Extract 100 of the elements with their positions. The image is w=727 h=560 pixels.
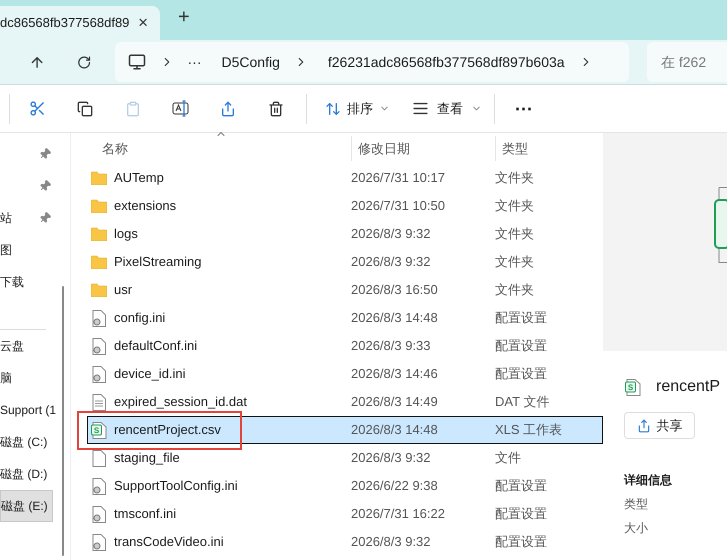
scrollbar-thumb[interactable] [62,286,64,556]
gear-document-icon [92,506,106,522]
file-row[interactable]: S rencentProject.csv 2026/8/3 14:48 XLS 工作表 [87,416,603,444]
modified-date: 2026/7/31 10:50 [351,197,446,216]
column-header[interactable]: 类型 [495,136,528,161]
file-name: AUTemp [114,169,165,188]
detail-label: 大小 [624,520,649,537]
gear-document-icon [92,366,106,382]
file-name: transCodeVideo.ini [114,533,225,552]
refresh-icon[interactable] [77,54,92,70]
file-type: 文件夹 [495,169,534,188]
browser-tab[interactable]: dc86568fb377568df89 × [0,6,160,40]
file-name: extensions [114,197,178,216]
nav-item[interactable]: 下载 [0,266,53,298]
nav-item[interactable]: 站 [0,202,53,234]
modified-date: 2026/8/3 9:32 [351,449,432,468]
column-header[interactable]: 名称 [102,138,351,158]
folder-icon [91,171,107,185]
modified-date: 2026/7/31 10:17 [351,169,446,188]
modified-date: 2026/8/3 16:50 [351,281,439,300]
sort-button[interactable]: 排序 [325,98,390,118]
cut-icon[interactable] [29,100,46,117]
nav-item[interactable]: Support (1 [0,394,58,426]
file-row[interactable]: config.ini 2026/8/3 14:48 配置设置 [88,304,603,332]
file-name: config.ini [114,309,166,328]
file-row[interactable]: PixelStreaming 2026/8/3 9:32 文件夹 [88,248,603,276]
file-type: 文件夹 [495,253,534,272]
detail-label: 类型 [624,496,649,513]
file-row[interactable]: transCodeVideo.ini 2026/8/3 9:32 配置设置 [88,528,603,556]
document-icon [92,394,106,410]
details-heading: 详细信息 [624,472,673,489]
nav-item[interactable]: 云盘 [0,330,53,362]
share-icon[interactable] [220,100,236,116]
copy-icon[interactable] [77,100,93,116]
nav-label: 磁盘 (E:) [1,498,48,515]
file-name: defaultConf.ini [114,337,198,356]
file-type: 配置设置 [495,365,547,384]
breadcrumb-ellipsis[interactable]: ··· [188,52,202,72]
blank-file-icon [92,450,106,466]
spreadsheet-icon: S [91,422,107,438]
file-row[interactable]: device_id.ini 2026/8/3 14:46 配置设置 [88,360,603,388]
gear-document-icon [92,338,106,354]
file-type: DAT 文件 [495,393,550,412]
file-name: usr [114,281,134,300]
file-name: tmsconf.ini [114,505,178,524]
gear-document-icon [92,478,106,494]
modified-date: 2026/8/3 14:48 [351,421,439,440]
nav-label: 磁盘 (D:) [0,466,48,483]
modified-date: 2026/8/3 9:33 [351,337,432,356]
file-row[interactable]: defaultConf.ini 2026/8/3 9:33 配置设置 [88,332,603,360]
file-type: 配置设置 [495,533,547,552]
file-type: 文件夹 [495,197,534,216]
file-row[interactable]: tmsconf.ini 2026/7/31 16:22 配置设置 [88,500,603,528]
search-field[interactable]: 在 f262 [646,42,727,82]
folder-icon [91,283,107,297]
nav-label: 站 [0,210,12,227]
file-row[interactable]: expired_session_id.dat 2026/8/3 14:49 DAT 文件 [88,388,603,416]
rename-icon[interactable] [172,100,190,117]
share-icon [636,418,650,432]
nav-item[interactable]: 磁盘 (D:) [0,458,53,490]
tab-title: dc86568fb377568df89 [0,14,130,32]
address-bar[interactable]: ··· D5Config f26231adc86568fb377568df897b603a [114,42,629,82]
breadcrumb-item[interactable]: D5Config [222,52,280,72]
breadcrumb-item[interactable]: f26231adc86568fb377568df897b603a [328,52,565,72]
new-tab-button[interactable]: + [178,2,190,32]
file-type: 文件夹 [495,281,534,300]
close-tab-button[interactable]: × [138,10,148,36]
computer-icon [128,53,146,71]
sort-icon [325,100,341,116]
modified-date: 2026/8/3 14:46 [351,365,439,384]
file-row[interactable]: staging_file 2026/8/3 9:32 文件 [88,444,603,472]
file-name: device_id.ini [114,365,187,384]
view-button[interactable]: 查看 [412,98,482,118]
file-row[interactable]: AUTemp 2026/7/31 10:17 文件夹 [88,164,603,192]
nav-item[interactable]: 磁盘 (E:) [0,490,53,522]
nav-item[interactable]: 图 [0,234,53,266]
folder-icon [91,255,107,269]
delete-icon[interactable] [268,100,284,116]
folder-icon [91,227,107,241]
column-header[interactable]: 修改日期 [351,136,495,161]
file-row[interactable]: SupportToolConfig.ini 2026/6/22 9:38 配置设置 [88,472,603,500]
modified-date: 2026/7/31 16:22 [351,505,446,524]
file-type: 文件夹 [495,225,534,244]
nav-item[interactable]: 脑 [0,362,53,394]
modified-date: 2026/8/3 9:32 [351,225,432,244]
modified-date: 2026/8/3 9:32 [351,533,432,552]
file-row[interactable]: logs 2026/8/3 9:32 文件夹 [88,220,603,248]
preview-file-name: rencentP [656,377,720,397]
file-row[interactable]: extensions 2026/7/31 10:50 文件夹 [88,192,603,220]
folder-icon [91,199,107,213]
gear-document-icon [92,310,106,326]
file-type: 配置设置 [495,337,547,356]
more-options-button[interactable]: ··· [515,100,533,118]
file-name: expired_session_id.dat [114,393,248,412]
nav-item[interactable]: 磁盘 (C:) [0,426,53,458]
share-button[interactable]: 共享 [624,412,695,439]
list-view-icon [412,100,429,117]
file-type: 配置设置 [495,309,547,328]
file-row[interactable]: usr 2026/8/3 16:50 文件夹 [88,276,603,304]
file-type: XLS 工作表 [495,421,562,440]
